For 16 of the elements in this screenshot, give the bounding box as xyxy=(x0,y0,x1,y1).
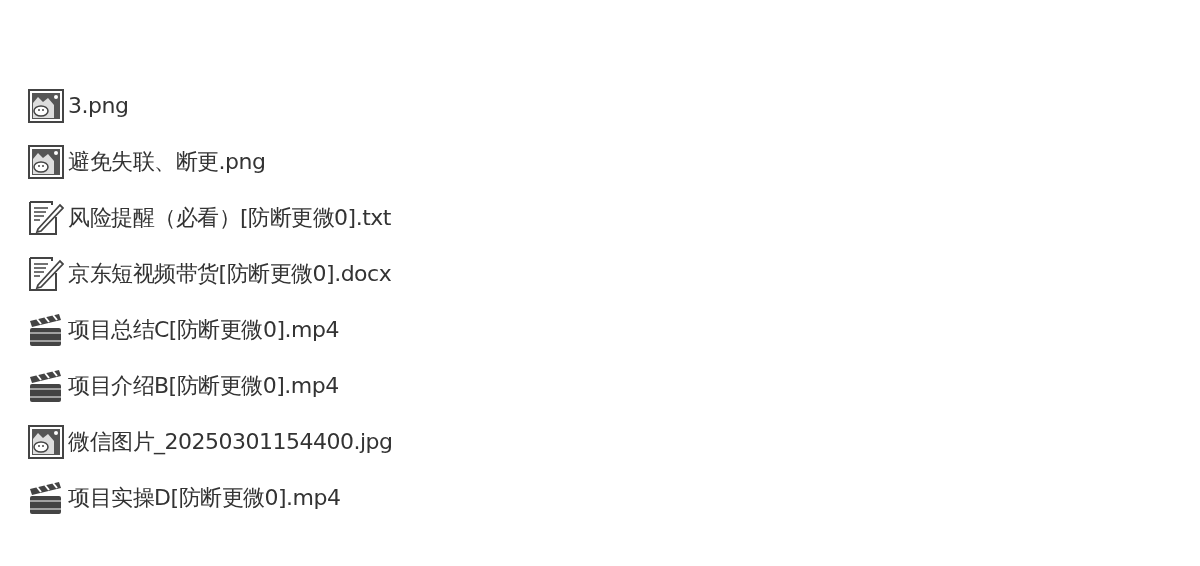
file-name[interactable]: 风险提醒（必看）[防断更微0].txt xyxy=(68,207,391,229)
clapperboard-icon xyxy=(28,369,64,403)
image-file-icon xyxy=(28,89,64,123)
file-name[interactable]: 避免失联、断更.png xyxy=(68,151,266,173)
file-name[interactable]: 微信图片_20250301154400.jpg xyxy=(68,431,393,453)
clapperboard-icon xyxy=(28,481,64,515)
image-file-icon xyxy=(28,425,64,459)
document-pencil-icon xyxy=(28,201,64,235)
document-pencil-icon xyxy=(28,257,64,291)
image-file-icon xyxy=(28,145,64,179)
file-name[interactable]: 项目实操D[防断更微0].mp4 xyxy=(68,487,341,509)
file-name[interactable]: 3.png xyxy=(68,95,129,117)
file-name[interactable]: 京东短视频带货[防断更微0].docx xyxy=(68,263,392,285)
file-name[interactable]: 项目总结C[防断更微0].mp4 xyxy=(68,319,339,341)
file-name[interactable]: 项目介绍B[防断更微0].mp4 xyxy=(68,375,339,397)
clapperboard-icon xyxy=(28,313,64,347)
